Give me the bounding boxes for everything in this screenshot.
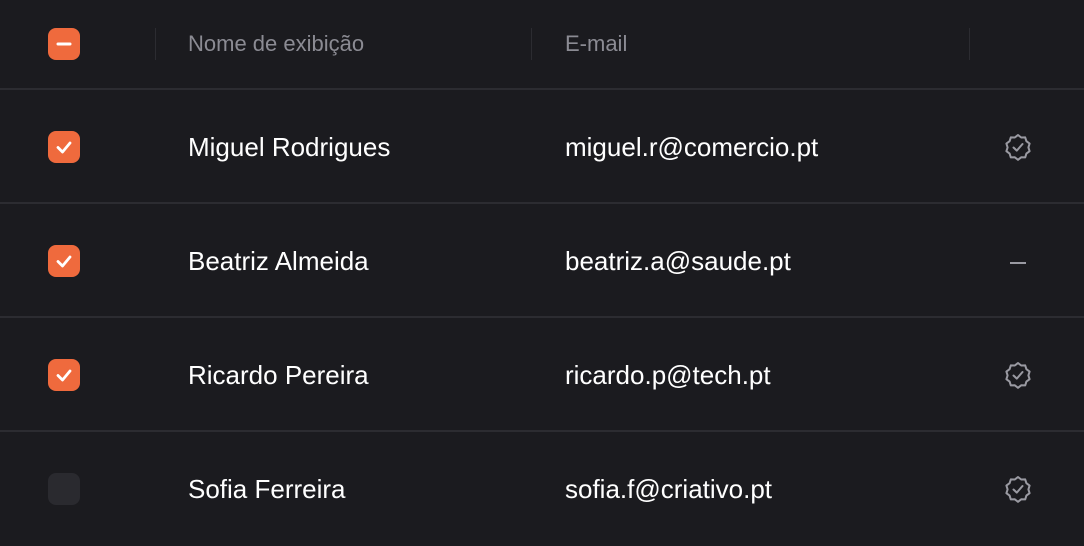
display-name: Beatriz Almeida <box>188 246 369 276</box>
column-divider <box>969 28 970 60</box>
verified-badge-icon <box>1000 129 1036 165</box>
table-row[interactable]: Miguel Rodrigues miguel.r@comercio.pt <box>0 90 1084 204</box>
table-row[interactable]: Beatriz Almeida beatriz.a@saude.pt <box>0 204 1084 318</box>
row-checkbox[interactable] <box>48 245 80 277</box>
dash-icon <box>1000 243 1036 279</box>
check-icon <box>56 255 72 268</box>
minus-icon <box>56 42 72 46</box>
email: miguel.r@comercio.pt <box>565 132 819 162</box>
verified-badge-icon <box>1000 471 1036 507</box>
row-checkbox[interactable] <box>48 473 80 505</box>
email: beatriz.a@saude.pt <box>565 246 791 276</box>
email: ricardo.p@tech.pt <box>565 360 771 390</box>
table-row[interactable]: Ricardo Pereira ricardo.p@tech.pt <box>0 318 1084 432</box>
table-row[interactable]: Sofia Ferreira sofia.f@criativo.pt <box>0 432 1084 546</box>
display-name: Sofia Ferreira <box>188 474 346 504</box>
column-header-email[interactable]: E-mail <box>565 30 627 58</box>
column-divider <box>531 28 532 60</box>
check-icon <box>56 141 72 154</box>
column-header-display-name[interactable]: Nome de exibição <box>188 30 364 58</box>
users-table: Nome de exibição E-mail Miguel Rodrigues… <box>0 0 1084 546</box>
column-divider <box>155 28 156 60</box>
select-all-checkbox[interactable] <box>48 28 80 60</box>
verified-badge-icon <box>1000 357 1036 393</box>
check-icon <box>56 369 72 382</box>
row-checkbox[interactable] <box>48 131 80 163</box>
table-header: Nome de exibição E-mail <box>0 0 1084 90</box>
display-name: Miguel Rodrigues <box>188 132 391 162</box>
row-checkbox[interactable] <box>48 359 80 391</box>
email: sofia.f@criativo.pt <box>565 474 773 504</box>
display-name: Ricardo Pereira <box>188 360 369 390</box>
